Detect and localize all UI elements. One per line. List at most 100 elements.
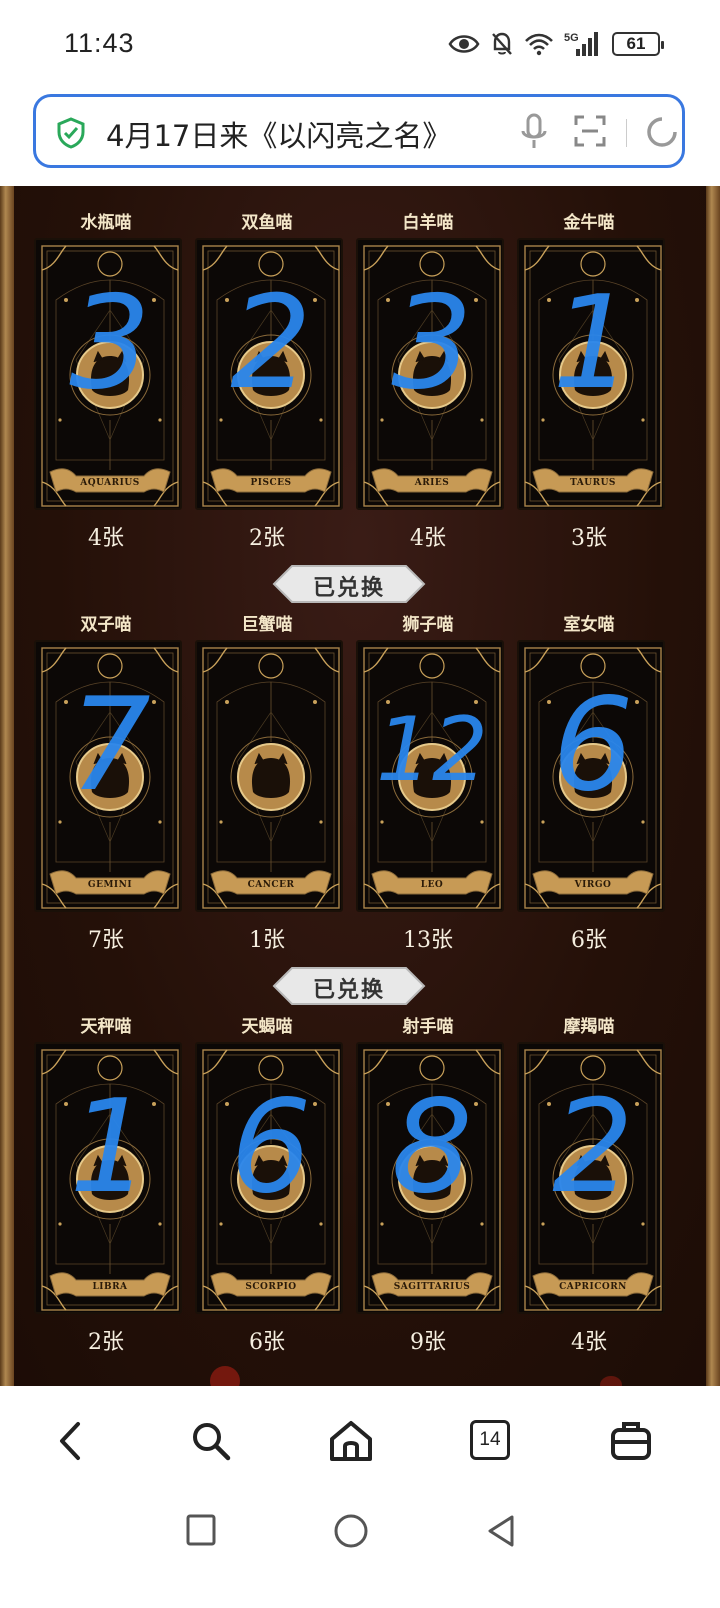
- card-count: 9张: [410, 1330, 446, 1355]
- status-bar: 11:43 5G 61: [0, 0, 720, 90]
- frame-left: [0, 186, 14, 1386]
- card-count: 3张: [571, 526, 607, 551]
- handwritten-number: 3: [69, 269, 151, 418]
- tarot-card-image[interactable]: SAGITTARIUS 8: [356, 1042, 504, 1314]
- shield-check-icon: [57, 117, 85, 149]
- zodiac-card-item[interactable]: 水瓶喵 AQUARIUS 3 4张: [30, 208, 182, 558]
- tarot-card-image[interactable]: AQUARIUS 3: [34, 238, 182, 510]
- card-name: 天秤喵: [80, 1017, 132, 1037]
- card-name: 金牛喵: [563, 213, 615, 233]
- status-icons: 5G 61: [448, 30, 664, 58]
- card-sign-label: CAPRICORN: [559, 1282, 627, 1292]
- zodiac-card-item[interactable]: 白羊喵 ARIES 3 4张: [352, 208, 504, 558]
- tarot-card-image[interactable]: LIBRA 1: [34, 1042, 182, 1314]
- card-name: 双鱼喵: [241, 213, 293, 233]
- handwritten-number: 8: [391, 1073, 473, 1222]
- tarot-card-image[interactable]: TAURUS 1: [517, 238, 665, 510]
- handwritten-number: 12: [376, 698, 488, 801]
- card-count: 4张: [410, 526, 446, 551]
- frame-right: [706, 186, 720, 1386]
- card-count: 6张: [249, 1330, 285, 1355]
- zodiac-card-item[interactable]: 室女喵 VIRGO 6 6张: [513, 610, 665, 960]
- card-sign-label: SCORPIO: [245, 1282, 297, 1292]
- card-sign-label: ARIES: [414, 478, 450, 488]
- card-count: 4张: [571, 1330, 607, 1355]
- browser-bottom-nav: 14: [0, 1386, 720, 1496]
- tarot-card-image[interactable]: SCORPIO 6: [195, 1042, 343, 1314]
- tarot-card-image[interactable]: LEO 12: [356, 640, 504, 912]
- tabs-button[interactable]: 14: [470, 1420, 510, 1460]
- battery-indicator: 61: [612, 32, 664, 56]
- toolbox-icon[interactable]: [610, 1420, 652, 1462]
- zodiac-card-item[interactable]: 金牛喵 TAURUS 1 3张: [513, 208, 665, 558]
- tarot-card-image[interactable]: PISCES 2: [195, 238, 343, 510]
- card-count: 6张: [571, 928, 607, 953]
- zodiac-card-item[interactable]: 巨蟹喵 CANCER 1张: [191, 610, 343, 960]
- bell-muted-icon: [492, 32, 512, 55]
- tarot-card-image[interactable]: CAPRICORN 2: [517, 1042, 665, 1314]
- card-name: 狮子喵: [402, 615, 454, 635]
- loading-icon[interactable]: [644, 114, 680, 150]
- card-count: 2张: [88, 1330, 124, 1355]
- search-icon[interactable]: [190, 1420, 232, 1462]
- clock: 11:43: [64, 28, 135, 58]
- system-nav: [0, 1496, 720, 1608]
- zodiac-card-item[interactable]: 双子喵 GEMINI 7 7张: [30, 610, 182, 960]
- signal-5g-icon: 5G: [564, 32, 598, 56]
- handwritten-number: 3: [391, 269, 473, 418]
- redeemed-label: 已兑换: [312, 575, 385, 601]
- card-name: 天蝎喵: [241, 1017, 293, 1037]
- zodiac-card-item[interactable]: 射手喵 SAGITTARIUS 8 9张: [352, 1012, 504, 1362]
- tarot-card-image[interactable]: ARIES 3: [356, 238, 504, 510]
- card-sign-label: SAGITTARIUS: [393, 1282, 471, 1292]
- tarot-card-image[interactable]: GEMINI 7: [34, 640, 182, 912]
- card-name: 双子喵: [80, 615, 132, 635]
- card-sign-label: GEMINI: [87, 880, 133, 890]
- address-bar[interactable]: 4月17日来《以闪亮之名》: [33, 94, 685, 168]
- zodiac-card-item[interactable]: 天蝎喵 SCORPIO 6 6张: [191, 1012, 343, 1362]
- card-name: 摩羯喵: [563, 1017, 615, 1037]
- card-name: 巨蟹喵: [241, 615, 293, 635]
- zodiac-card-item[interactable]: 天秤喵 LIBRA 1 2张: [30, 1012, 182, 1362]
- decoration-splash: [210, 1366, 240, 1386]
- card-sign-label: LEO: [420, 880, 444, 890]
- card-name: 水瓶喵: [80, 213, 132, 233]
- home-circle-icon[interactable]: [334, 1514, 368, 1548]
- microphone-icon[interactable]: [521, 113, 547, 151]
- redeemed-button[interactable]: 已兑换: [272, 966, 426, 1006]
- svg-text:5G: 5G: [564, 32, 579, 44]
- tarot-card-image[interactable]: VIRGO 6: [517, 640, 665, 912]
- zodiac-card-item[interactable]: 双鱼喵 PISCES 2 2张: [191, 208, 343, 558]
- card-sign-label: CANCER: [247, 880, 295, 890]
- tarot-card-image[interactable]: CANCER: [195, 640, 343, 912]
- card-name: 室女喵: [563, 615, 615, 635]
- zodiac-card-item[interactable]: 摩羯喵 CAPRICORN 2 4张: [513, 1012, 665, 1362]
- recents-icon[interactable]: [186, 1514, 216, 1546]
- handwritten-number: 6: [552, 671, 634, 820]
- scan-icon[interactable]: [574, 115, 606, 147]
- handwritten-number: 1: [69, 1073, 151, 1222]
- card-sign-label: TAURUS: [570, 478, 616, 488]
- card-sign-label: AQUARIUS: [80, 478, 140, 488]
- back-icon[interactable]: [54, 1420, 86, 1462]
- handwritten-number: 6: [230, 1073, 312, 1222]
- handwritten-number: 2: [230, 269, 312, 418]
- redeemed-label: 已兑换: [312, 977, 385, 1003]
- home-icon[interactable]: [328, 1420, 374, 1462]
- card-count: 1张: [249, 928, 285, 953]
- card-sign-label: VIRGO: [574, 880, 612, 890]
- address-divider: [626, 119, 627, 147]
- handwritten-number: 7: [69, 671, 151, 820]
- card-sign-label: PISCES: [250, 478, 292, 488]
- card-name: 射手喵: [402, 1017, 454, 1037]
- redeemed-button[interactable]: 已兑换: [272, 564, 426, 604]
- card-name: 白羊喵: [402, 213, 454, 233]
- web-content[interactable]: 水瓶喵 AQUARIUS 3 4张 双鱼喵 PISCES 2 2张 白羊喵 ARIES 3 4张 金牛喵…: [0, 186, 720, 1386]
- zodiac-card-item[interactable]: 狮子喵 LEO 12 13张: [352, 610, 504, 960]
- handwritten-number: 2: [552, 1073, 634, 1222]
- eye-icon: [448, 35, 480, 53]
- decoration-splash: [600, 1376, 622, 1386]
- card-sign-label: LIBRA: [92, 1282, 128, 1292]
- back-triangle-icon[interactable]: [486, 1514, 516, 1548]
- address-text[interactable]: 4月17日来《以闪亮之名》: [106, 113, 476, 155]
